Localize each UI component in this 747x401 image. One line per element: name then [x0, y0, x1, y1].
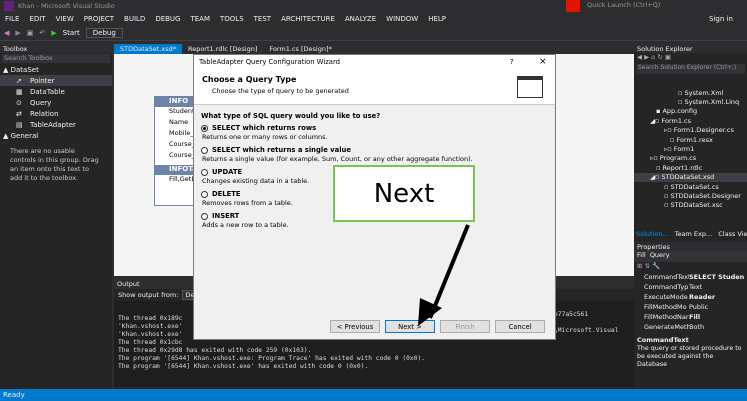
- arrow-icon: [418, 224, 470, 326]
